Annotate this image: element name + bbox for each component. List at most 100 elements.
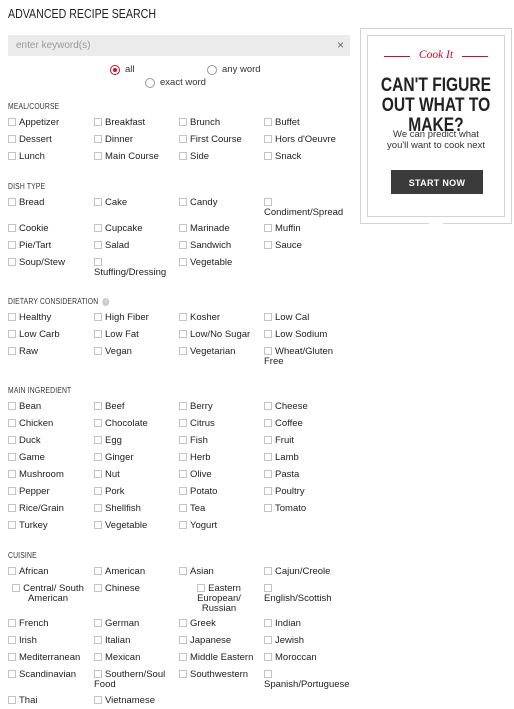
checkbox[interactable] <box>179 653 187 661</box>
checkbox[interactable] <box>94 487 102 495</box>
filter-checkbox-item[interactable]: Raw <box>8 347 38 357</box>
checkbox[interactable] <box>94 636 102 644</box>
checkbox[interactable] <box>197 584 206 592</box>
filter-checkbox-item[interactable]: Low Cal <box>264 313 309 323</box>
checkbox[interactable] <box>8 436 16 444</box>
filter-checkbox-item[interactable]: Snack <box>264 152 301 162</box>
filter-checkbox-item[interactable]: Low Sodium <box>264 330 327 340</box>
search-input[interactable] <box>8 35 328 56</box>
filter-checkbox-item[interactable]: Mediterranean <box>8 653 80 663</box>
checkbox[interactable] <box>8 470 16 478</box>
filter-checkbox-item[interactable]: German <box>94 619 139 629</box>
filter-checkbox-item[interactable]: Shellfish <box>94 504 141 514</box>
filter-checkbox-item[interactable]: Vegetarian <box>179 347 235 357</box>
checkbox[interactable] <box>264 118 272 126</box>
filter-checkbox-item[interactable]: Asian <box>179 567 214 577</box>
filter-checkbox-item[interactable]: Sandwich <box>179 241 231 251</box>
checkbox[interactable] <box>179 487 187 495</box>
filter-checkbox-item[interactable]: Low/No Sugar <box>179 330 250 340</box>
checkbox[interactable] <box>179 453 187 461</box>
filter-checkbox-item[interactable]: Marinade <box>179 224 230 234</box>
checkbox[interactable] <box>94 198 102 206</box>
filter-checkbox-item[interactable]: Citrus <box>179 419 215 429</box>
checkbox[interactable] <box>8 347 16 355</box>
filter-checkbox-item[interactable]: Sauce <box>264 241 302 251</box>
checkbox[interactable] <box>94 436 102 444</box>
checkbox[interactable] <box>94 152 102 160</box>
filter-checkbox-item[interactable]: French <box>8 619 49 629</box>
filter-checkbox-item[interactable]: Central/ South American <box>8 584 88 604</box>
checkbox[interactable] <box>179 636 187 644</box>
checkbox[interactable] <box>179 118 187 126</box>
filter-checkbox-item[interactable]: Low Carb <box>8 330 60 340</box>
radio-dot[interactable] <box>145 77 155 88</box>
filter-checkbox-item[interactable]: Nut <box>94 470 120 480</box>
filter-checkbox-item[interactable]: Southwestern <box>179 670 248 680</box>
filter-checkbox-item[interactable]: Ginger <box>94 453 134 463</box>
close-icon[interactable]: × <box>337 38 344 52</box>
checkbox[interactable] <box>179 670 187 678</box>
checkbox[interactable] <box>94 330 102 338</box>
filter-checkbox-item[interactable]: English/Scottish <box>264 584 332 604</box>
filter-checkbox-item[interactable]: American <box>94 567 145 577</box>
filter-checkbox-item[interactable]: Tea <box>179 504 205 514</box>
checkbox[interactable] <box>179 402 187 410</box>
filter-checkbox-item[interactable]: Italian <box>94 636 130 646</box>
checkbox[interactable] <box>94 419 102 427</box>
checkbox[interactable] <box>94 619 102 627</box>
filter-checkbox-item[interactable]: Yogurt <box>179 521 217 531</box>
filter-checkbox-item[interactable]: Appetizer <box>8 118 59 128</box>
checkbox[interactable] <box>264 224 272 232</box>
checkbox[interactable] <box>264 470 272 478</box>
filter-checkbox-item[interactable]: Herb <box>179 453 211 463</box>
checkbox[interactable] <box>264 453 272 461</box>
checkbox[interactable] <box>179 135 187 143</box>
checkbox[interactable] <box>264 198 272 206</box>
checkbox[interactable] <box>264 653 272 661</box>
checkbox[interactable] <box>8 504 16 512</box>
checkbox[interactable] <box>264 135 272 143</box>
checkbox[interactable] <box>264 402 272 410</box>
radio-all[interactable]: all <box>110 64 135 75</box>
checkbox[interactable] <box>94 313 102 321</box>
filter-checkbox-item[interactable]: Olive <box>179 470 212 480</box>
checkbox[interactable] <box>264 313 272 321</box>
filter-checkbox-item[interactable]: Salad <box>94 241 129 251</box>
filter-checkbox-item[interactable]: Greek <box>179 619 216 629</box>
filter-checkbox-item[interactable]: Japanese <box>179 636 231 646</box>
filter-checkbox-item[interactable]: Chocolate <box>94 419 148 429</box>
checkbox[interactable] <box>179 470 187 478</box>
checkbox[interactable] <box>179 504 187 512</box>
checkbox[interactable] <box>264 567 272 575</box>
checkbox[interactable] <box>94 567 102 575</box>
filter-checkbox-item[interactable]: Egg <box>94 436 122 446</box>
filter-checkbox-item[interactable]: Low Fat <box>94 330 139 340</box>
checkbox[interactable] <box>94 470 102 478</box>
checkbox[interactable] <box>179 567 187 575</box>
checkbox[interactable] <box>94 241 102 249</box>
checkbox[interactable] <box>264 436 272 444</box>
checkbox[interactable] <box>94 521 102 529</box>
checkbox[interactable] <box>179 224 187 232</box>
checkbox[interactable] <box>264 504 272 512</box>
filter-checkbox-item[interactable]: Berry <box>179 402 213 412</box>
filter-checkbox-item[interactable]: Hors d'Oeuvre <box>264 135 336 145</box>
checkbox[interactable] <box>8 198 16 206</box>
filter-checkbox-item[interactable]: Pie/Tart <box>8 241 51 251</box>
checkbox[interactable] <box>94 696 102 704</box>
filter-checkbox-item[interactable]: Healthy <box>8 313 51 323</box>
filter-checkbox-item[interactable]: Fish <box>179 436 208 446</box>
filter-checkbox-item[interactable]: Pepper <box>8 487 50 497</box>
checkbox[interactable] <box>8 567 16 575</box>
filter-checkbox-item[interactable]: Vegan <box>94 347 132 357</box>
filter-checkbox-item[interactable]: Duck <box>8 436 41 446</box>
filter-checkbox-item[interactable]: Thai <box>8 696 37 706</box>
filter-checkbox-item[interactable]: Moroccan <box>264 653 317 663</box>
filter-checkbox-item[interactable]: Brunch <box>179 118 220 128</box>
filter-checkbox-item[interactable]: Breakfast <box>94 118 145 128</box>
checkbox[interactable] <box>264 419 272 427</box>
filter-checkbox-item[interactable]: Lamb <box>264 453 299 463</box>
start-now-button[interactable]: START NOW <box>391 170 483 194</box>
checkbox[interactable] <box>179 258 187 266</box>
checkbox[interactable] <box>8 224 16 232</box>
